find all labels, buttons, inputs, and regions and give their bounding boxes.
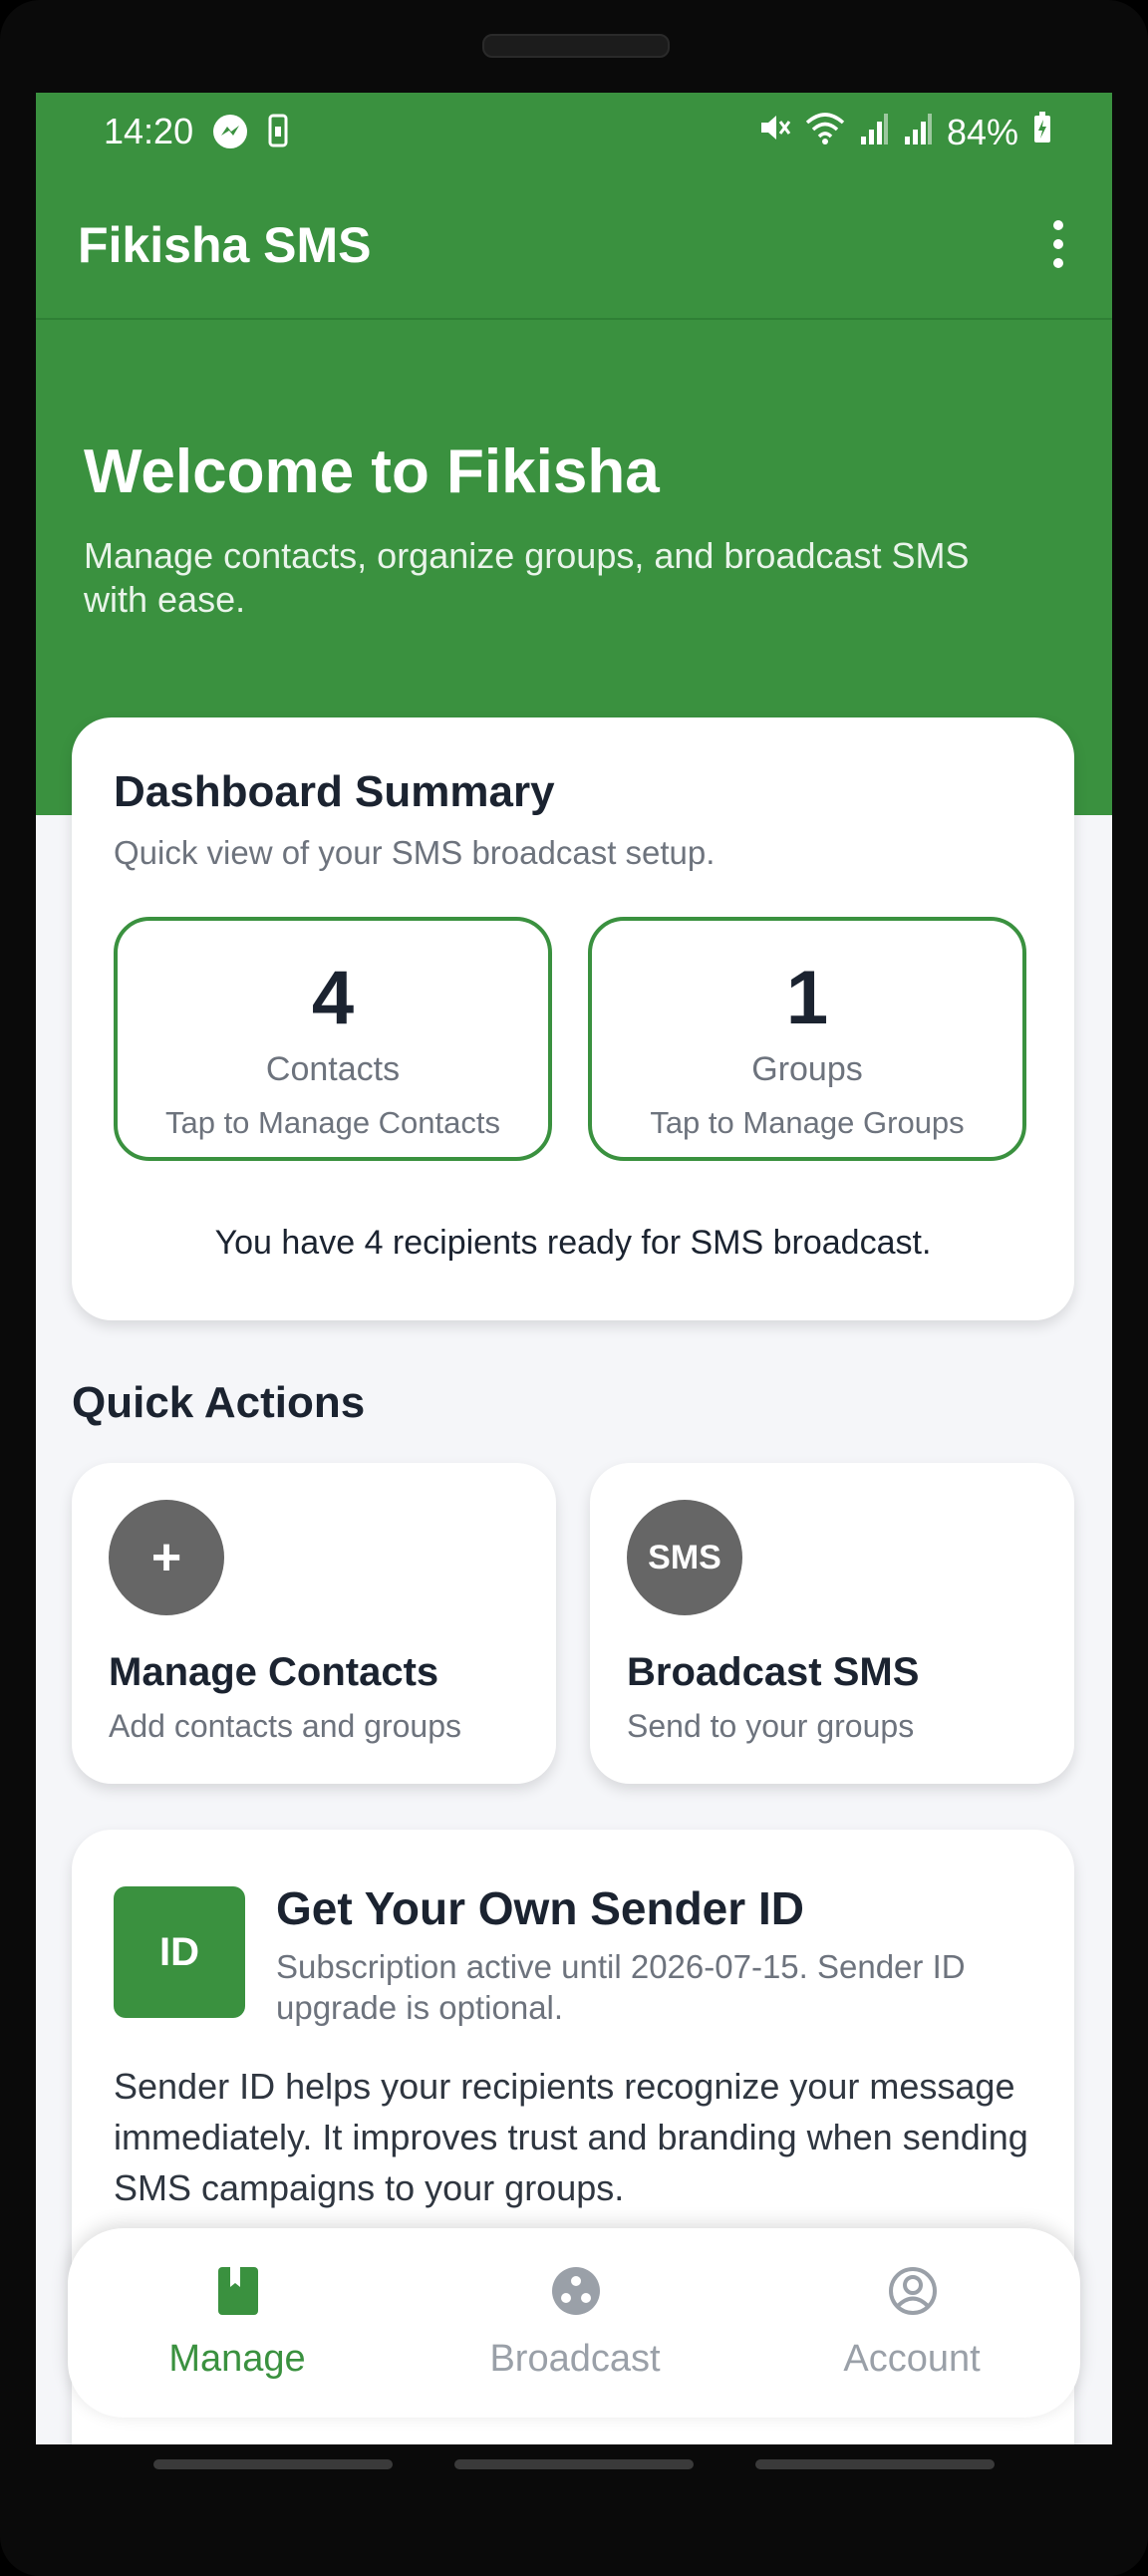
wifi-icon <box>805 111 845 153</box>
nav-label-account: Account <box>843 2338 981 2380</box>
system-navigation-bar <box>0 2459 1148 2471</box>
nav-item-account[interactable]: Account <box>747 2228 1076 2418</box>
groups-count: 1 <box>785 956 829 1040</box>
appbar-divider <box>36 318 1112 320</box>
hero-title: Welcome to Fikisha <box>84 437 660 506</box>
nav-label-broadcast: Broadcast <box>489 2338 661 2380</box>
app-screen: 14:20 84% Fikisha SMS Welcome to Fikisha… <box>36 93 1112 2444</box>
action-title: Broadcast SMS <box>627 1650 920 1694</box>
broadcast-sms-action[interactable]: SMS Broadcast SMS Send to your groups <box>590 1463 1074 1784</box>
broadcast-icon <box>550 2265 602 2317</box>
sender-id-subtitle: Subscription active until 2026-07-15. Se… <box>276 1948 966 2026</box>
summary-subtitle: Quick view of your SMS broadcast setup. <box>114 834 716 871</box>
contacts-count: 4 <box>311 956 355 1040</box>
action-subtitle: Add contacts and groups <box>109 1708 462 1744</box>
dashboard-summary-card: Dashboard Summary Quick view of your SMS… <box>72 717 1074 1320</box>
app-title: Fikisha SMS <box>78 217 372 273</box>
recipients-summary: You have 4 recipients ready for SMS broa… <box>214 1224 932 1262</box>
phone-frame: 14:20 84% Fikisha SMS Welcome to Fikisha… <box>0 0 1148 2576</box>
contacts-hint: Tap to Manage Contacts <box>164 1105 501 1140</box>
book-icon <box>212 2265 264 2317</box>
sender-id-badge: ID <box>114 1886 245 2018</box>
system-nav-button[interactable] <box>454 2459 694 2469</box>
bottom-navigation: Manage Broadcast Account <box>68 2228 1080 2418</box>
system-nav-button[interactable] <box>153 2459 393 2469</box>
account-circle-icon <box>887 2265 939 2317</box>
status-bar: 14:20 84% <box>36 93 1112 172</box>
groups-stat-button[interactable]: 1 Groups Tap to Manage Groups <box>588 917 1026 1161</box>
contacts-stat-button[interactable]: 4 Contacts Tap to Manage Contacts <box>114 917 552 1161</box>
sender-id-title: Get Your Own Sender ID <box>276 1882 804 1934</box>
battery-charging-icon <box>1032 111 1052 153</box>
sms-icon: SMS <box>627 1500 742 1615</box>
groups-label: Groups <box>751 1050 863 1088</box>
signal-icon <box>859 112 889 153</box>
quick-actions-title: Quick Actions <box>72 1378 366 1427</box>
system-nav-button[interactable] <box>755 2459 995 2469</box>
more-vert-icon[interactable] <box>1048 220 1068 268</box>
action-subtitle: Send to your groups <box>627 1708 915 1744</box>
phone-icon <box>267 113 289 155</box>
status-time: 14:20 <box>104 111 194 151</box>
mute-icon <box>757 111 791 153</box>
signal-icon <box>903 112 933 153</box>
plus-icon: + <box>109 1500 224 1615</box>
sender-id-description: Sender ID helps your recipients recogniz… <box>114 2066 1028 2208</box>
nav-item-broadcast[interactable]: Broadcast <box>411 2228 739 2418</box>
contacts-label: Contacts <box>265 1050 401 1088</box>
messenger-icon <box>211 113 249 155</box>
groups-hint: Tap to Manage Groups <box>650 1105 965 1140</box>
manage-contacts-action[interactable]: + Manage Contacts Add contacts and group… <box>72 1463 556 1784</box>
nav-label-manage: Manage <box>168 2338 306 2380</box>
nav-item-manage[interactable]: Manage <box>73 2228 402 2418</box>
summary-title: Dashboard Summary <box>114 767 555 816</box>
earpiece-speaker <box>482 34 670 58</box>
battery-percent: 84% <box>946 111 1018 152</box>
hero-subtitle: Manage contacts, organize groups, and br… <box>84 535 970 620</box>
action-title: Manage Contacts <box>109 1650 439 1694</box>
